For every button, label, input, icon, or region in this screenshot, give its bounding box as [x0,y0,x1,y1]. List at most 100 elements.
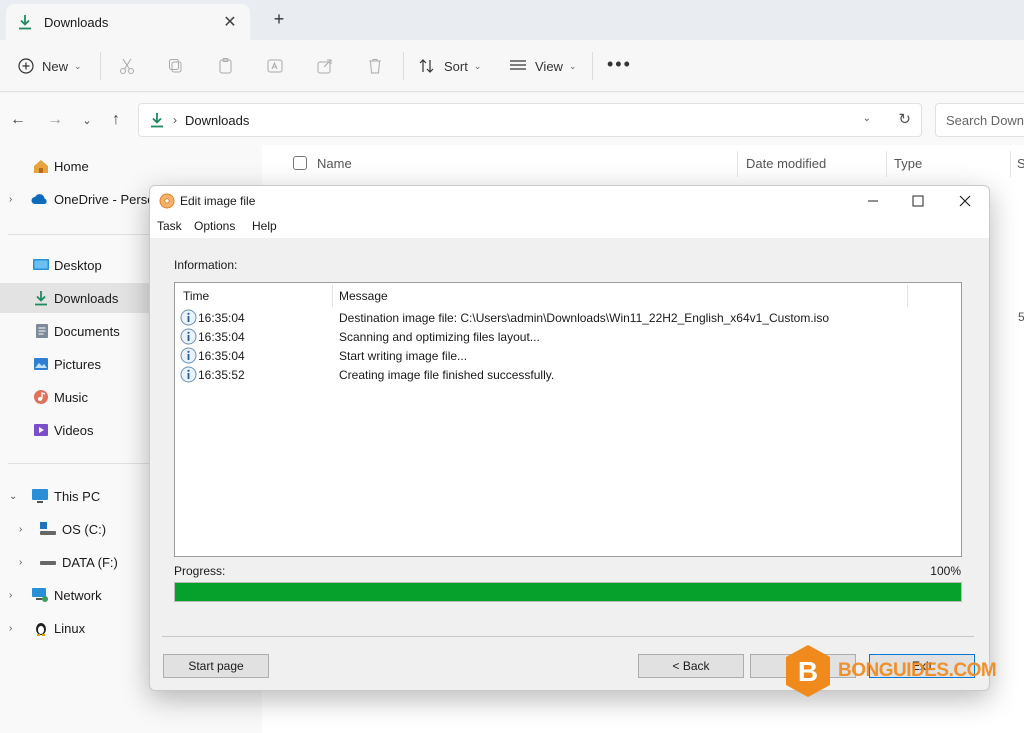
minimize-button[interactable] [858,190,888,212]
back-arrow-icon[interactable]: ← [9,111,27,129]
cloud-icon [31,194,47,204]
menu-options[interactable]: Options [194,219,235,233]
log-message: Creating image file finished successfull… [339,368,555,382]
cut-icon [120,58,134,74]
new-tab-button[interactable]: + [268,9,290,30]
sort-button[interactable]: Sort ⌄ [418,53,481,79]
log-message: Scanning and optimizing files layout... [339,330,540,344]
sort-icon [419,59,434,73]
sidebar-label: Pictures [54,356,101,372]
log-list[interactable]: Time Message 16:35:04 Destination image f… [174,282,962,557]
log-message: Destination image file: C:\Users\admin\D… [339,311,830,325]
sidebar-item-home[interactable]: Home [0,151,262,181]
refresh-icon[interactable]: ↻ [898,110,911,128]
watermark-text: BONGUIDES.COM [838,660,997,681]
select-all-checkbox[interactable] [293,156,307,170]
chevron-down-icon[interactable]: ⌄ [863,113,871,124]
back-button[interactable]: < Back [638,654,744,678]
sidebar-label: Music [54,389,88,405]
sidebar-label: DATA (F:) [62,554,118,570]
maximize-icon [912,195,924,207]
dialog-title-bar: Edit image file [150,186,989,216]
copy-button[interactable] [167,53,185,79]
log-time: 16:35:52 [198,368,245,382]
log-time: 16:35:04 [198,330,245,344]
info-icon [180,309,197,326]
address-row: ← → ⌄ ↑ › Downloads ⌄ ↻ Search Downloads [0,93,1024,145]
information-label: Information: [174,258,238,272]
progress-percent: 100% [930,564,961,578]
network-icon [32,588,48,602]
watermark: B BONGUIDES.COM [780,643,1010,699]
search-input[interactable]: Search Downloads [935,103,1024,137]
cut-button[interactable] [118,53,136,79]
tab-downloads[interactable]: Downloads ✕ [6,4,250,40]
menu-task[interactable]: Task [157,219,182,233]
chevron-down-icon: ⌄ [74,60,82,71]
chevron-right-icon[interactable]: › [9,623,12,634]
svg-text:B: B [798,656,818,687]
view-button[interactable]: View ⌄ [509,53,577,79]
sidebar-label: Documents [54,323,120,339]
log-time: 16:35:04 [198,349,245,363]
delete-button[interactable] [366,53,384,79]
column-type[interactable]: Type [894,156,922,171]
close-button[interactable] [950,190,980,212]
document-icon [36,324,48,338]
new-button[interactable]: New ⌄ [18,53,82,79]
log-row[interactable]: 16:35:04 Scanning and optimizing files la… [175,327,961,346]
computer-icon [32,489,48,503]
forward-arrow-icon[interactable]: → [46,111,64,129]
share-button[interactable] [316,53,334,79]
more-options-icon[interactable]: ••• [607,54,632,75]
chevron-right-icon[interactable]: › [9,590,12,601]
file-list-header: Name Date modified Type S [262,145,1024,181]
log-row[interactable]: 16:35:04 Start writing image file... [175,346,961,365]
chevron-right-icon[interactable]: › [19,557,22,568]
address-bar[interactable]: › Downloads ⌄ ↻ [138,103,922,137]
maximize-button[interactable] [903,190,933,212]
sidebar-label: Desktop [54,257,102,273]
up-arrow-icon[interactable]: ↑ [107,111,125,129]
partial-size-value: 5 [1018,310,1024,324]
column-size[interactable]: S [1017,156,1024,171]
start-page-button[interactable]: Start page [163,654,269,678]
column-message[interactable]: Message [339,289,388,303]
log-row[interactable]: 16:35:04 Destination image file: C:\Users… [175,308,961,327]
download-icon [35,291,47,306]
videos-icon [34,424,48,436]
paste-button[interactable] [217,53,235,79]
desktop-icon [33,259,49,270]
info-icon [180,366,197,383]
chevron-down-icon[interactable]: ⌄ [9,491,17,502]
log-row[interactable]: 16:35:52 Creating image file finished suc… [175,365,961,384]
column-time[interactable]: Time [183,289,209,303]
chevron-right-icon: › [173,113,177,127]
chevron-right-icon[interactable]: › [19,524,22,535]
watermark-logo-icon: B [786,645,830,697]
view-list-icon [510,60,526,70]
menu-bar: Task Options Help [150,216,989,238]
tab-bar: Downloads ✕ + [0,0,1024,40]
info-icon [180,328,197,345]
drive-icon [40,522,56,535]
new-label: New [42,58,69,74]
column-date-modified[interactable]: Date modified [746,156,826,171]
rename-icon [267,59,283,73]
chevron-right-icon[interactable]: › [9,194,12,205]
tab-label: Downloads [44,14,109,30]
breadcrumb-downloads[interactable]: Downloads [185,113,249,128]
sidebar-label: Downloads [54,290,119,306]
menu-help[interactable]: Help [252,219,277,233]
paste-icon [219,58,232,74]
close-tab-icon[interactable]: ✕ [220,12,240,32]
column-name[interactable]: Name [317,156,352,171]
copy-icon [169,59,182,73]
recent-chevron-icon[interactable]: ⌄ [78,111,96,129]
progress-label: Progress: [174,564,226,578]
music-icon [34,390,48,404]
sidebar-label: Network [54,587,102,603]
progress-bar [174,582,962,602]
rename-button[interactable] [266,53,284,79]
download-icon [151,113,163,128]
